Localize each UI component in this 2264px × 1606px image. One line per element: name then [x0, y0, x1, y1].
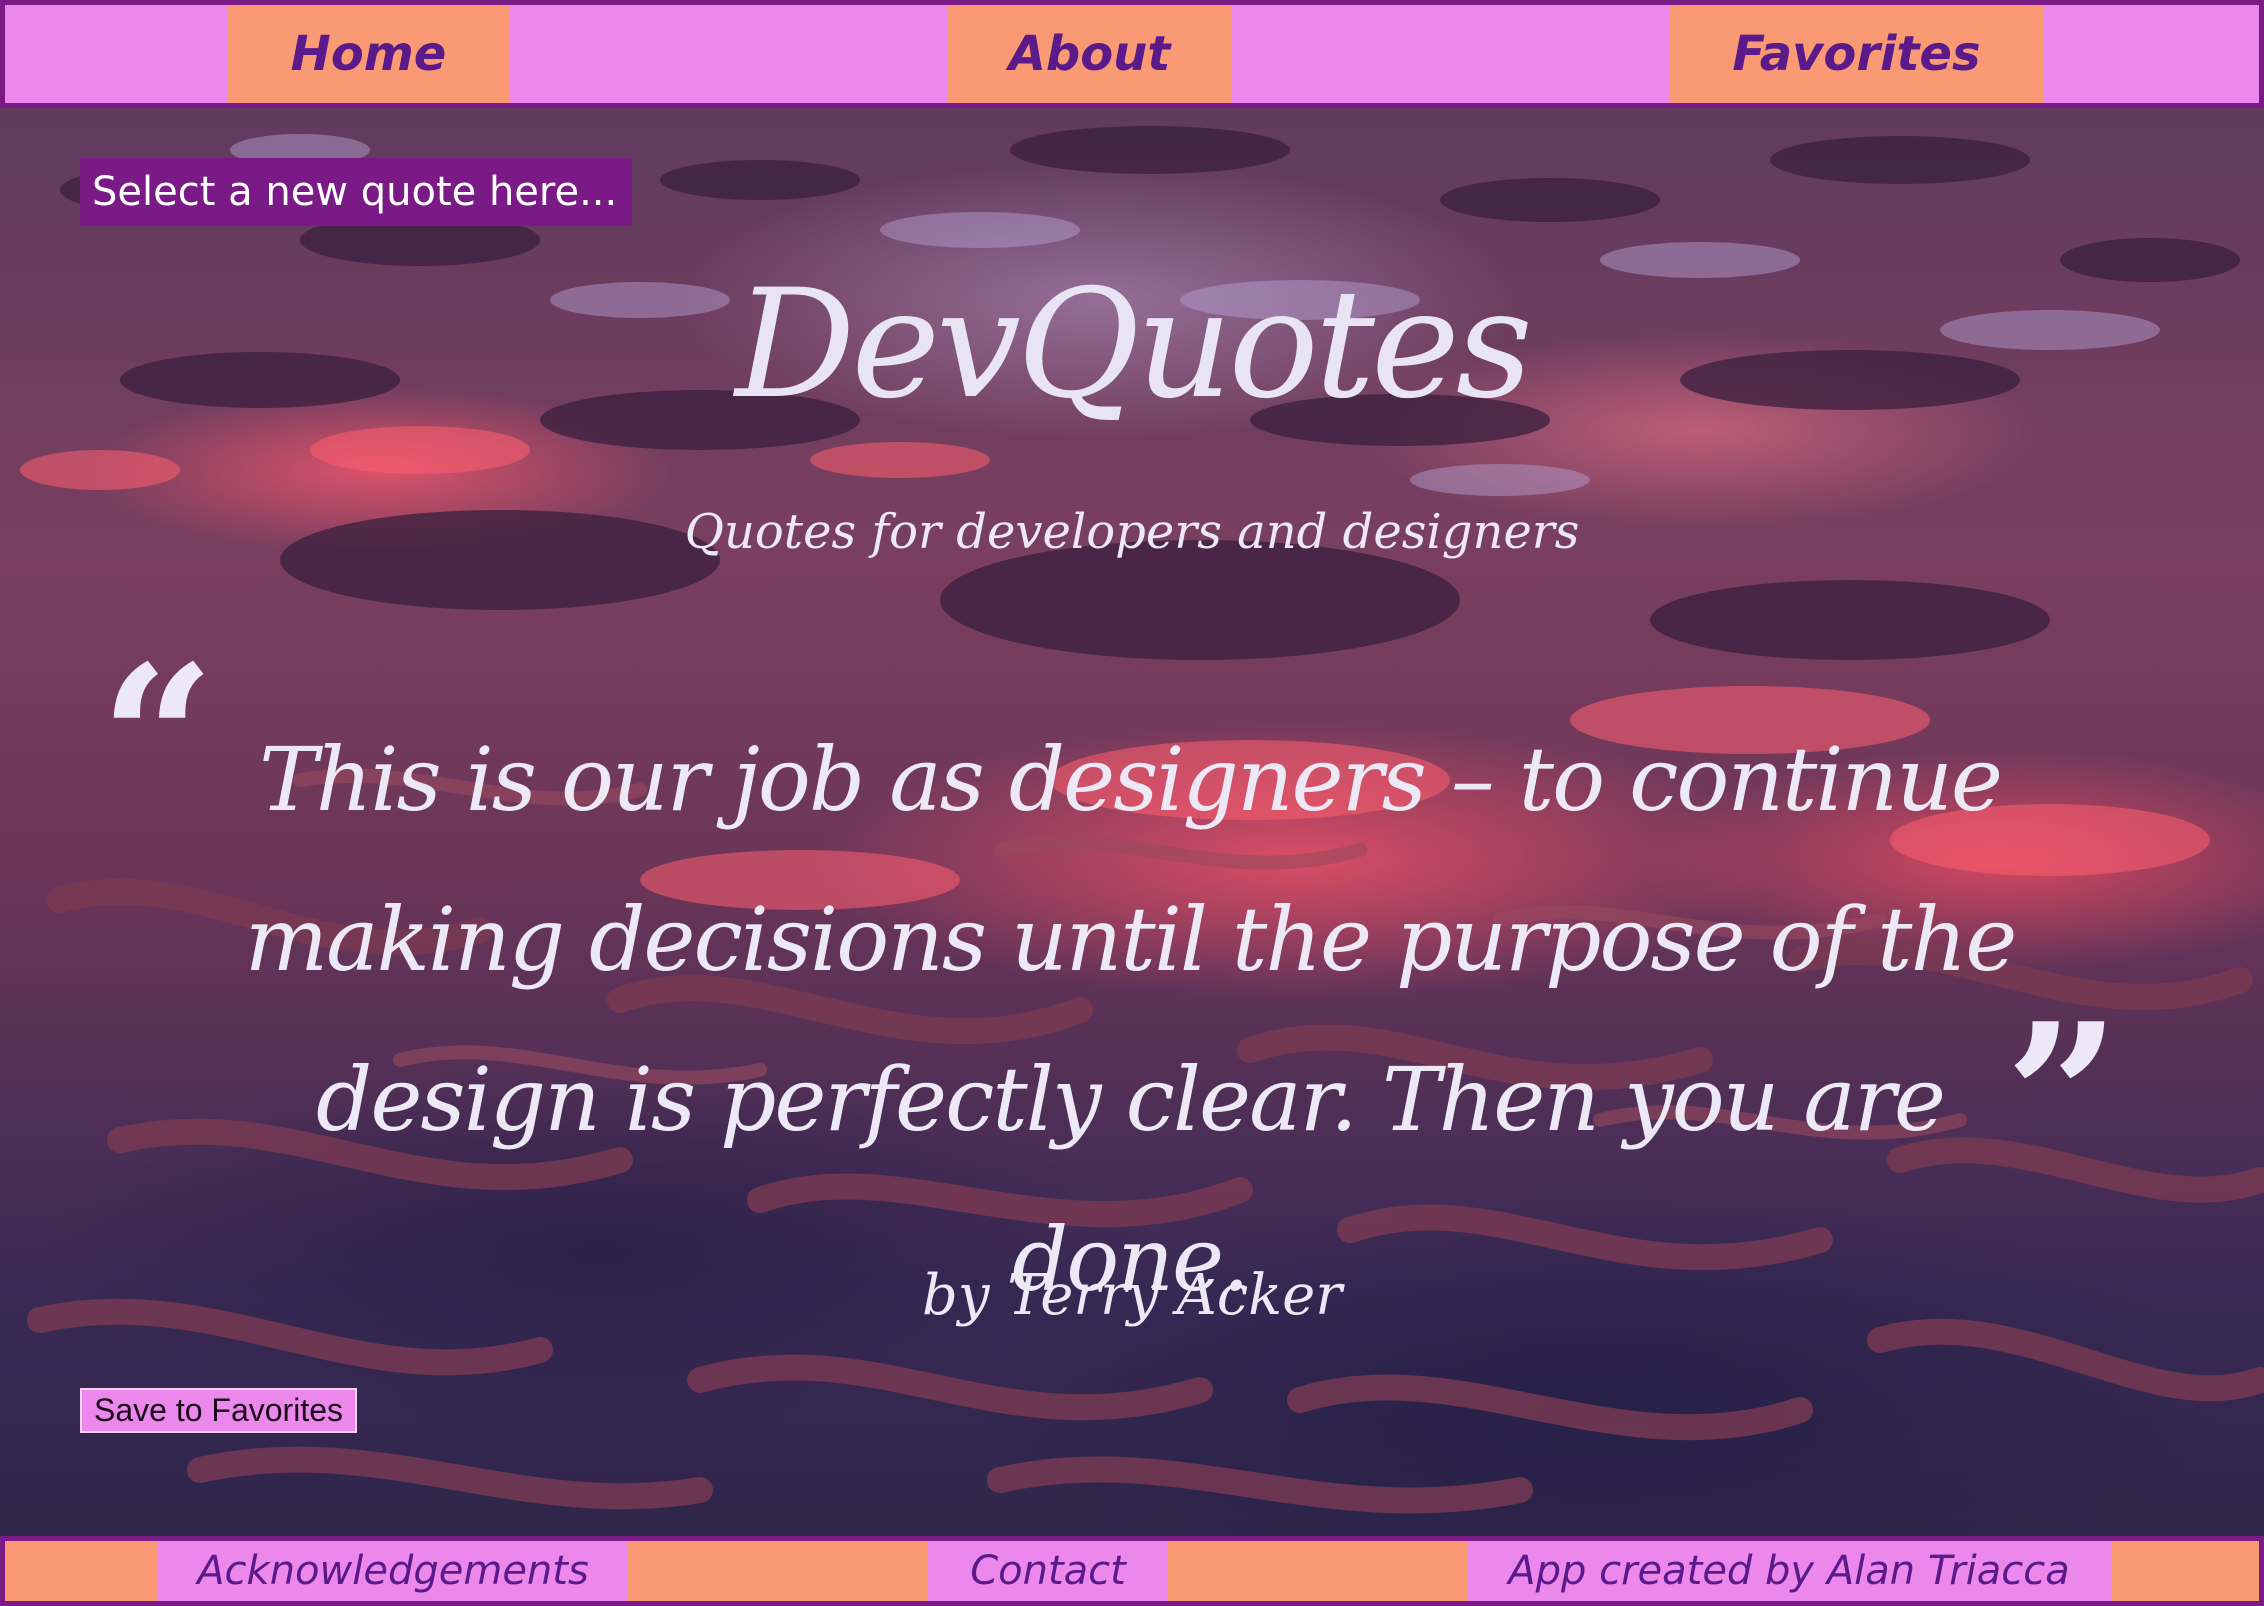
nav-about-link[interactable]: About	[948, 5, 1231, 103]
save-to-favorites-button[interactable]: Save to Favorites	[80, 1388, 357, 1433]
quote-author: by Terry Acker	[921, 1263, 1343, 1328]
select-quote-dropdown[interactable]: Select a new quote here...	[80, 158, 632, 226]
page-subtitle: Quotes for developers and designers	[684, 504, 1580, 560]
footer-bar: Acknowledgements Contact App created by …	[0, 1536, 2264, 1606]
quote-text: This is our job as designers – to contin…	[244, 728, 2018, 1311]
close-quote-icon: ”	[2005, 980, 2121, 1215]
open-quote-icon: “	[100, 622, 216, 857]
nav-home-link[interactable]: Home	[228, 5, 509, 103]
page-title: DevQuotes	[735, 258, 1533, 432]
top-navigation-bar: Home About Favorites	[0, 0, 2264, 108]
footer-contact-link[interactable]: Contact	[928, 1541, 1168, 1601]
footer-acknowledgements-link[interactable]: Acknowledgements	[158, 1541, 628, 1601]
nav-favorites-link[interactable]: Favorites	[1670, 5, 2043, 103]
footer-credit-link[interactable]: App created by Alan Triacca	[1467, 1541, 2111, 1601]
